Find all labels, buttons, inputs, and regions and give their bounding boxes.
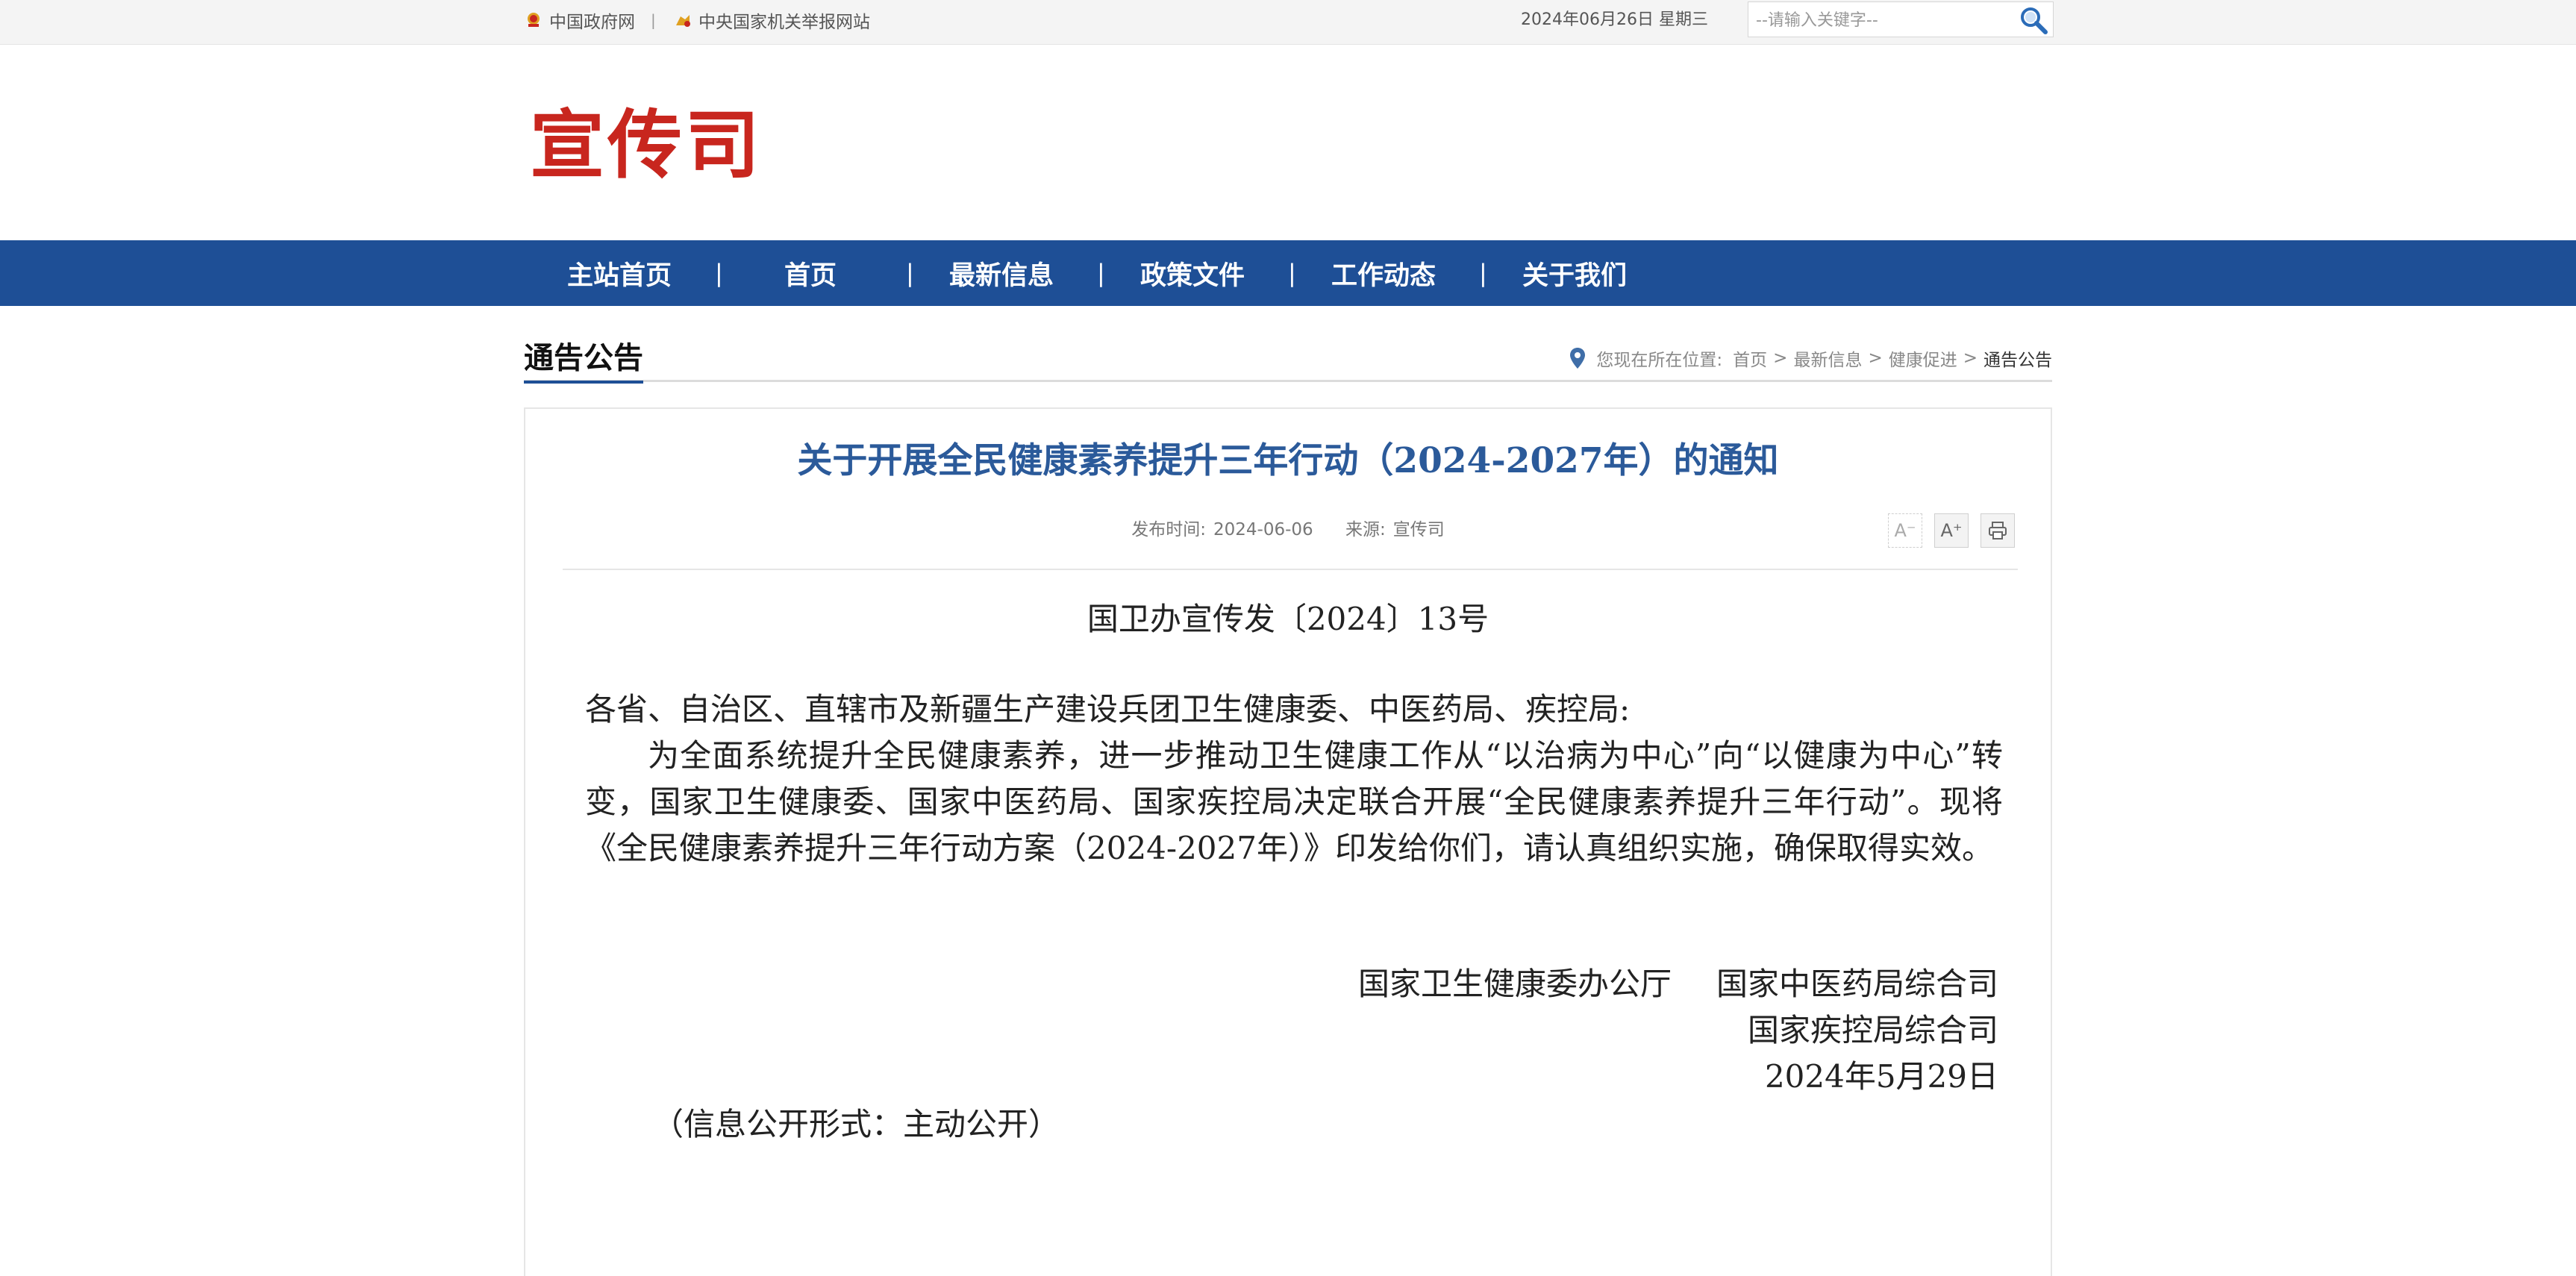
national-emblem-icon: [528, 13, 540, 27]
top-utility-bar-inner: 中国政府网 | 中央国家机关举报网站 2024年06月26日 星期三: [524, 0, 2054, 45]
source-label: 来源:: [1345, 520, 1386, 540]
search-input[interactable]: [1756, 8, 2010, 32]
article-title: 关于开展全民健康素养提升三年行动（2024-2027年）的通知: [797, 440, 1779, 481]
document-number: 国卫办宣传发〔2024〕13号: [1087, 601, 1489, 637]
main-nav: 主站首页 首页 最新信息 政策文件 工作动态 关于我们 | | | | |: [0, 240, 2576, 306]
search-box: [1748, 1, 2054, 37]
publish-label: 发布时间:: [1131, 520, 1206, 540]
nav-item-home[interactable]: 首页: [715, 254, 906, 293]
search-icon[interactable]: [2017, 4, 2050, 37]
breadcrumb-label: 您现在所在位置:: [1596, 351, 1723, 370]
article-panel: 关于开展全民健康素养提升三年行动（2024-2027年）的通知 发布时间: 202…: [524, 407, 2052, 1276]
signer-cdc: 国家疾控局综合司: [1747, 1012, 1998, 1048]
report-site-link[interactable]: 中央国家机关举报网站: [673, 7, 870, 33]
nav-separator: |: [1288, 259, 1296, 287]
breadcrumb-current: 通告公告: [1983, 351, 2052, 370]
main-nav-inner: 主站首页 首页 最新信息 政策文件 工作动态 关于我们 | | | | |: [524, 240, 1670, 306]
breadcrumb-latest[interactable]: 最新信息: [1793, 345, 1862, 371]
nav-item-main-site[interactable]: 主站首页: [524, 254, 715, 293]
report-hand-icon: [676, 15, 690, 27]
signer-row-1: 国家卫生健康委办公厅 国家中医药局综合司: [1358, 961, 1998, 1007]
nav-separator: |: [715, 259, 723, 287]
current-date: 2024年06月26日 星期三: [1521, 10, 1708, 29]
nav-item-work-news[interactable]: 工作动态: [1288, 254, 1479, 293]
breadcrumb-separator: >: [1963, 348, 1978, 368]
publish-date: 2024-06-06: [1213, 520, 1313, 540]
body-paragraph: 为全面系统提升全民健康素养，进一步推动卫生健康工作从“以治病为中心”向“以健康为…: [585, 737, 2003, 866]
print-icon: [1989, 522, 2007, 540]
topbar-separator: |: [651, 11, 656, 29]
font-smaller-button[interactable]: A⁻: [1888, 513, 1922, 548]
nav-item-policy[interactable]: 政策文件: [1097, 254, 1288, 293]
gov-site-link[interactable]: 中国政府网: [524, 7, 635, 33]
article-meta: 发布时间: 2024-06-06 来源: 宣传司: [525, 515, 2051, 540]
section-header: 通告公告 您现在所在位置: 首页 > 最新信息 > 健康促进 > 通告公告: [524, 337, 2052, 384]
source-value: 宣传司: [1392, 520, 1445, 540]
location-pin-icon: [1570, 348, 1586, 369]
print-button[interactable]: [1981, 513, 2015, 548]
breadcrumb-home[interactable]: 首页: [1733, 345, 1767, 371]
salutation: 各省、自治区、直辖市及新疆生产建设兵团卫生健康委、中医药局、疾控局:: [585, 691, 1631, 728]
font-larger-button[interactable]: A⁺: [1934, 513, 1969, 548]
signature-block: 国家卫生健康委办公厅 国家中医药局综合司 国家疾控局综合司 2024年5月29日: [1358, 961, 1998, 1100]
signer-tcm: 国家中医药局综合司: [1716, 966, 1998, 1002]
article-divider: [563, 569, 2018, 570]
article-body: 各省、自治区、直辖市及新疆生产建设兵团卫生健康委、中医药局、疾控局: 为全面系统…: [585, 687, 2003, 872]
nav-item-about[interactable]: 关于我们: [1479, 254, 1670, 293]
disclosure-note: （信息公开形式：主动公开）: [652, 1106, 1060, 1142]
breadcrumb-separator: >: [1773, 348, 1788, 368]
nav-separator: |: [906, 259, 914, 287]
sign-date: 2024年5月29日: [1764, 1058, 1998, 1095]
breadcrumb: 您现在所在位置: 首页 > 最新信息 > 健康促进 > 通告公告: [1569, 345, 2052, 372]
nav-separator: |: [1097, 259, 1105, 287]
report-site-link-label: 中央国家机关举报网站: [698, 13, 870, 32]
nav-separator: |: [1479, 259, 1487, 287]
nav-item-latest[interactable]: 最新信息: [906, 254, 1097, 293]
gov-site-link-label: 中国政府网: [549, 13, 635, 32]
section-title: 通告公告: [524, 340, 643, 384]
signer-nhc: 国家卫生健康委办公厅: [1357, 966, 1672, 1002]
breadcrumb-separator: >: [1868, 348, 1883, 368]
top-utility-bar: 中国政府网 | 中央国家机关举报网站 2024年06月26日 星期三: [0, 0, 2576, 45]
article-tools: A⁻ A⁺: [1888, 513, 2015, 548]
department-logo: 宣传司: [530, 101, 763, 189]
breadcrumb-health-promotion[interactable]: 健康促进: [1889, 345, 1957, 371]
